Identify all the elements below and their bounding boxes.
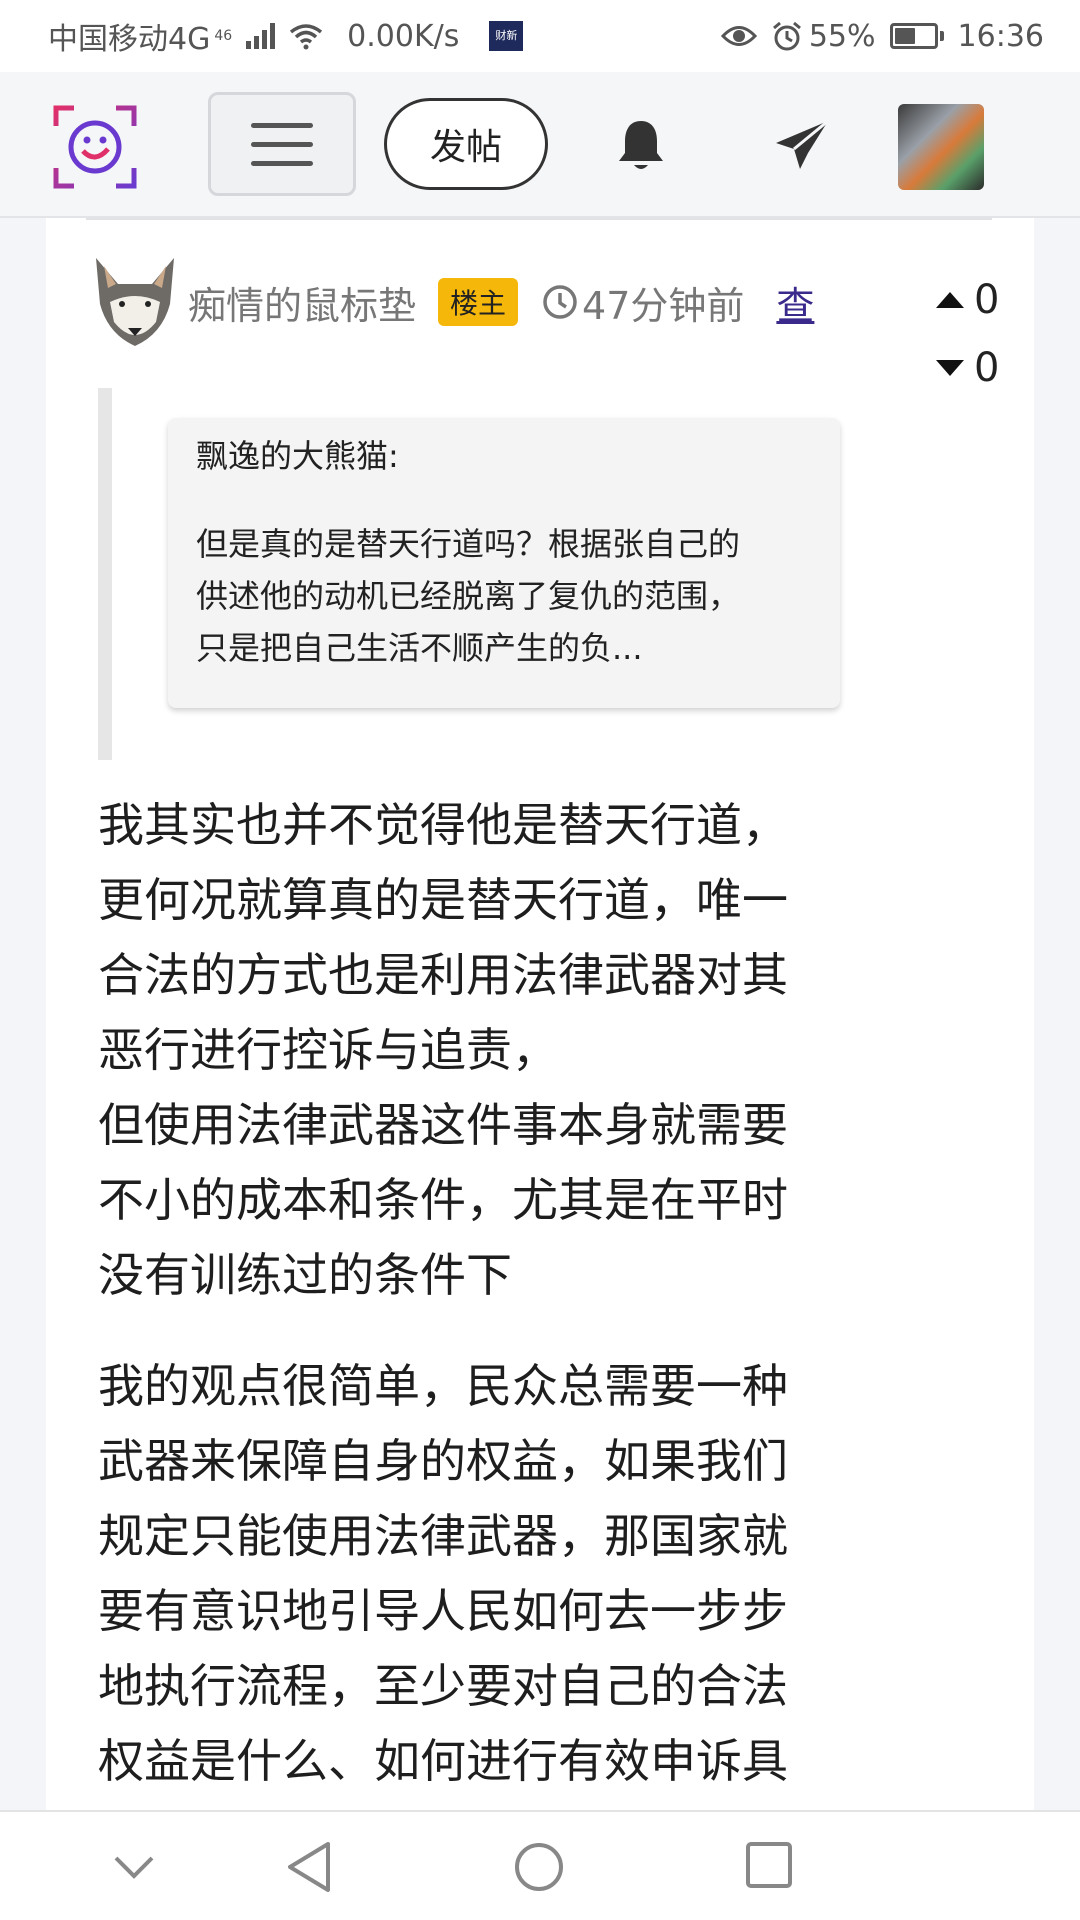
site-logo[interactable] — [52, 104, 138, 190]
status-bar: 中国移动4G 46 0.00K/s 财新 55% 16:36 — [0, 0, 1080, 72]
user-avatar[interactable] — [898, 104, 984, 190]
recents-icon[interactable] — [744, 1840, 794, 1890]
menu-button[interactable] — [208, 92, 356, 196]
bell-icon[interactable] — [614, 117, 668, 173]
owner-badge: 楼主 — [438, 278, 519, 326]
text-line: 规定只能使用法律武器，那国家就 — [98, 1509, 788, 1563]
text-line: 恶行进行控诉与追责， — [98, 1023, 558, 1077]
text-line: 没有训练过的条件下 — [98, 1248, 512, 1302]
text-line: 武器来保障自身的权益，如果我们 — [98, 1434, 788, 1488]
downvote-icon — [936, 360, 964, 376]
menu-icon-line — [251, 160, 313, 166]
wifi-icon — [290, 24, 323, 50]
author-name[interactable]: 痴情的鼠标垫 — [188, 275, 416, 330]
divider — [86, 218, 992, 220]
menu-icon-line — [251, 141, 313, 147]
alarm-icon — [772, 21, 801, 51]
quote-line: 只是把自己生活不顺产生的负... — [196, 628, 643, 667]
upvote-count: 0 — [974, 277, 1000, 323]
top-nav: 发帖 — [0, 72, 1080, 218]
text-line: 合法的方式也是利用法律武器对其 — [98, 948, 788, 1002]
post-body: 我其实也并不觉得他是替天行道， 更何况就算真的是替天行道，唯一 合法的方式也是利… — [98, 788, 878, 1810]
clock-icon — [543, 285, 577, 319]
eye-icon — [720, 26, 757, 46]
time-ago: 47分钟前 — [582, 283, 745, 328]
post-card: 痴情的鼠标垫 楼主 47分钟前 查 0 0 飘逸的大熊猫: 但是真的是替天行道吗… — [46, 218, 1034, 1810]
back-icon[interactable] — [284, 1840, 334, 1894]
quote-line: 供述他的动机已经脱离了复仇的范围， — [196, 576, 741, 615]
clock-time: 16:36 — [957, 18, 1044, 54]
text-line: 我其实也并不觉得他是替天行道， — [98, 798, 788, 852]
downvote-count: 0 — [974, 345, 1000, 391]
paragraph: 我其实也并不觉得他是替天行道， 更何况就算真的是替天行道，唯一 合法的方式也是利… — [98, 788, 878, 1313]
upvote-button[interactable]: 0 — [936, 266, 1026, 334]
text-line: 要有意识地引导人民如何去一步步 — [98, 1584, 788, 1638]
chevron-down-icon[interactable] — [112, 1852, 156, 1882]
text-line: 但使用法律武器这件事本身就需要 — [98, 1098, 788, 1152]
text-line: 不小的成本和条件，尤其是在平时 — [98, 1173, 788, 1227]
menu-icon-line — [251, 122, 313, 128]
view-link[interactable]: 查 — [776, 275, 814, 330]
status-right: 55% 16:36 — [720, 18, 1044, 54]
paragraph: 我的观点很简单，民众总需要一种 武器来保障自身的权益，如果我们 规定只能使用法律… — [98, 1349, 878, 1799]
quote-text: 但是真的是替天行道吗？根据张自己的 供述他的动机已经脱离了复仇的范围， 只是把自… — [196, 518, 812, 674]
upvote-icon — [936, 292, 964, 308]
text-line: 地执行流程，至少要对自己的合法 — [98, 1659, 788, 1713]
status-left: 中国移动4G 46 0.00K/s 财新 — [48, 14, 524, 58]
new-post-button[interactable]: 发帖 — [384, 98, 548, 190]
quote-author: 飘逸的大熊猫: — [196, 437, 399, 475]
send-icon[interactable] — [772, 117, 832, 173]
downvote-button[interactable]: 0 — [936, 334, 1026, 402]
post-header: 痴情的鼠标垫 楼主 47分钟前 查 — [90, 254, 814, 350]
quote-line: 但是真的是替天行道吗？根据张自己的 — [196, 524, 741, 563]
home-icon[interactable] — [512, 1840, 566, 1894]
battery-icon — [889, 23, 944, 49]
signal-icon — [246, 23, 276, 49]
vote-panel: 0 0 — [936, 266, 1026, 402]
quote-box[interactable]: 飘逸的大熊猫: 但是真的是替天行道吗？根据张自己的 供述他的动机已经脱离了复仇的… — [168, 418, 840, 708]
text-line: 更何况就算真的是替天行道，唯一 — [98, 873, 788, 927]
author-avatar[interactable] — [90, 254, 180, 350]
news-app-icon: 财新 — [489, 21, 524, 51]
battery-percent: 55% — [808, 18, 876, 54]
post-time: 47分钟前 — [542, 275, 744, 330]
carrier-label: 中国移动4G — [48, 22, 211, 57]
quote-bar — [98, 388, 112, 760]
signal-tag: 46 — [214, 28, 233, 44]
text-line: 我的观点很简单，民众总需要一种 — [98, 1359, 788, 1413]
network-speed: 0.00K/s — [347, 18, 460, 54]
system-nav-bar — [0, 1810, 1080, 1920]
text-line: 权益是什么、如何进行有效申诉具 — [98, 1734, 788, 1788]
